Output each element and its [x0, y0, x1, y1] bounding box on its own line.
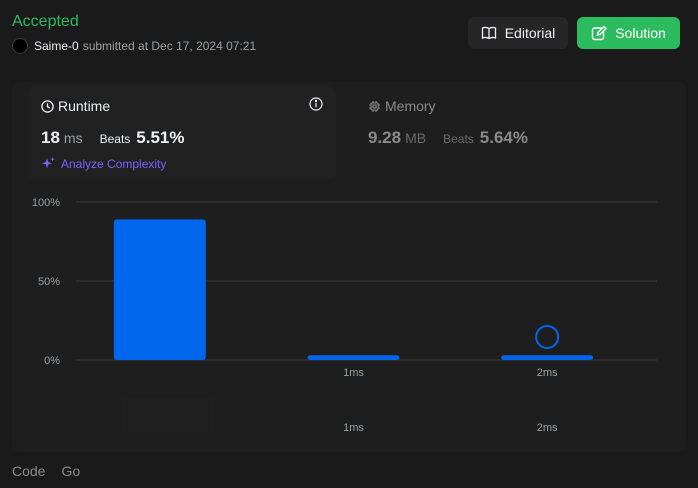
- your-submission-marker: [535, 325, 560, 349]
- tab-code[interactable]: Code: [12, 463, 45, 479]
- runtime-distribution-chart: 100% 50% 0% 1ms 1ms 2ms 2ms: [32, 197, 657, 434]
- bottom-label: 1ms: [343, 422, 364, 434]
- y-tick-label: 100%: [32, 197, 60, 209]
- y-tick-label: 0%: [44, 355, 60, 367]
- language-tabs: Code Go: [12, 463, 80, 479]
- chart-bar: [113, 219, 206, 360]
- chart-bar: [307, 355, 400, 360]
- bottom-label: 2ms: [537, 422, 558, 434]
- y-tick-label: 50%: [38, 276, 60, 288]
- chart-bar: [501, 355, 594, 360]
- tab-go[interactable]: Go: [61, 463, 80, 479]
- x-tick-label: 2ms: [537, 367, 558, 379]
- x-tick-label: 1ms: [343, 367, 364, 379]
